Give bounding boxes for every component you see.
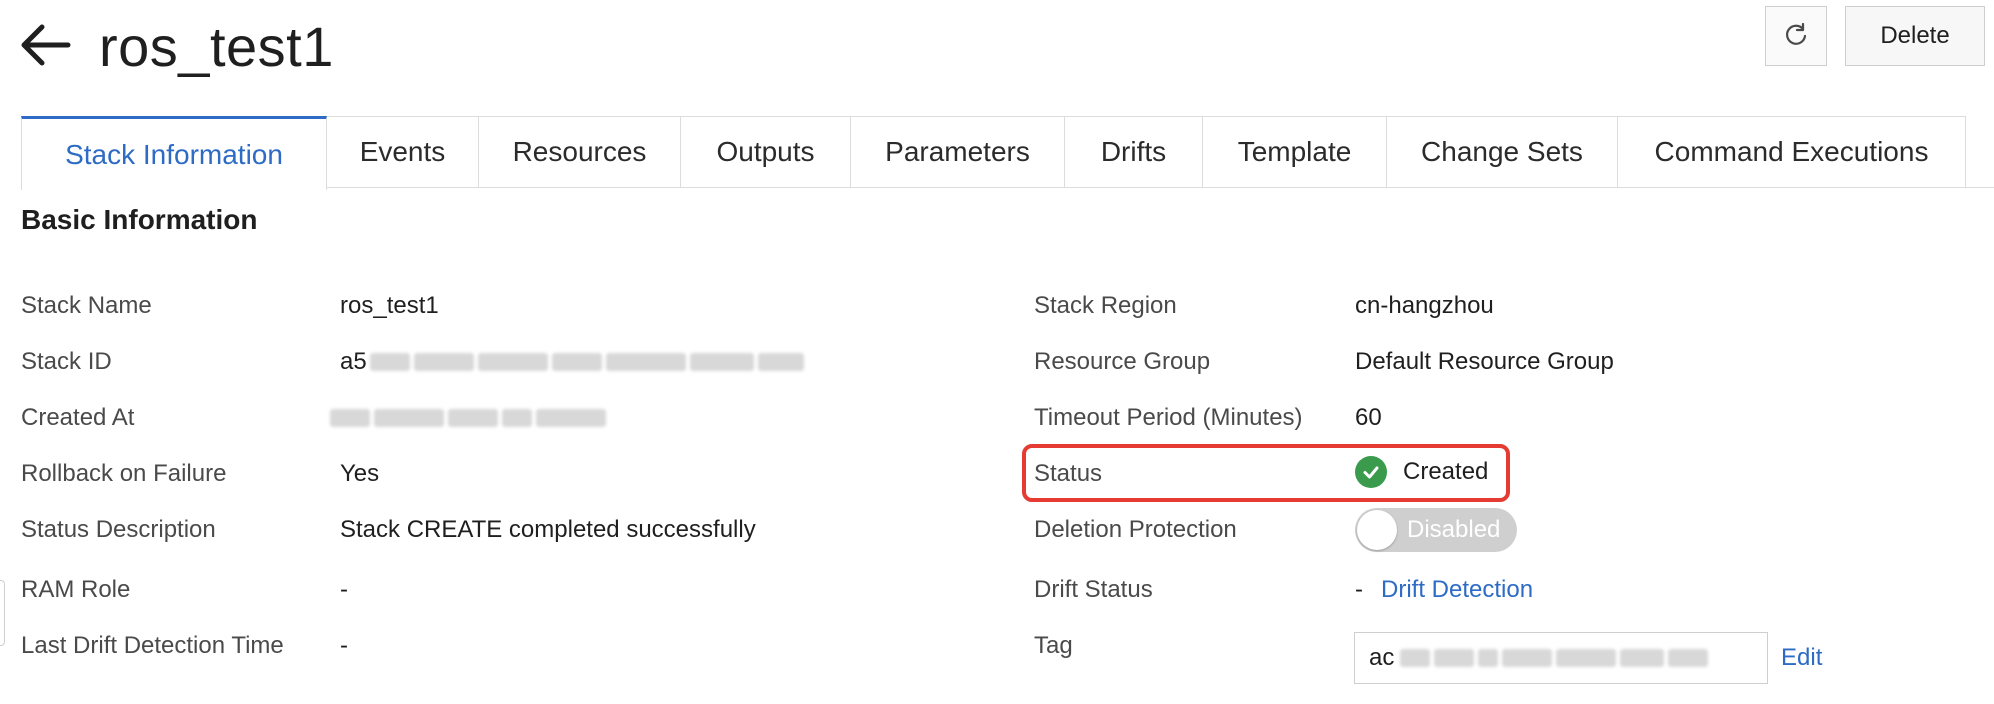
last-drift-value: -	[340, 632, 348, 659]
created-at-label: Created At	[21, 404, 135, 431]
refresh-button[interactable]	[1765, 6, 1827, 66]
stack-id-label: Stack ID	[21, 348, 112, 375]
last-drift-label: Last Drift Detection Time	[21, 632, 284, 659]
tab-outputs[interactable]: Outputs	[681, 116, 851, 188]
drift-status-value: -	[1355, 576, 1363, 603]
tab-stack-information[interactable]: Stack Information	[21, 116, 327, 190]
toggle-knob	[1357, 510, 1397, 550]
check-circle-icon	[1355, 456, 1387, 488]
arrow-left-icon	[21, 24, 71, 66]
stack-name-label: Stack Name	[21, 292, 152, 319]
stack-id-redacted	[370, 353, 808, 371]
stack-id-value: a5	[340, 348, 367, 375]
stack-region-value: cn-hangzhou	[1355, 292, 1494, 319]
tag-display: ac	[1354, 632, 1768, 684]
stack-name-value: ros_test1	[340, 292, 439, 319]
tab-events[interactable]: Events	[327, 116, 479, 188]
status-text: Created	[1403, 458, 1489, 485]
timeout-label: Timeout Period (Minutes)	[1034, 404, 1303, 431]
ram-role-label: RAM Role	[21, 576, 131, 603]
section-title: Basic Information	[21, 204, 258, 235]
tab-command-executions[interactable]: Command Executions	[1618, 116, 1966, 188]
tag-label: Tag	[1034, 632, 1073, 659]
side-panel-handle[interactable]	[0, 580, 5, 646]
tab-change-sets[interactable]: Change Sets	[1387, 116, 1618, 188]
toggle-label: Disabled	[1407, 516, 1501, 543]
timeout-value: 60	[1355, 404, 1382, 431]
ram-role-value: -	[340, 576, 348, 603]
tab-resources[interactable]: Resources	[479, 116, 681, 188]
stack-region-label: Stack Region	[1034, 292, 1177, 319]
resource-group-value: Default Resource Group	[1355, 348, 1614, 375]
tab-bar: Stack Information Events Resources Outpu…	[21, 116, 1994, 190]
tab-parameters[interactable]: Parameters	[851, 116, 1065, 188]
drift-status-label: Drift Status	[1034, 576, 1153, 603]
status-value: Created	[1355, 456, 1488, 488]
tag-edit-link[interactable]: Edit	[1781, 642, 1822, 674]
refresh-icon	[1785, 23, 1807, 45]
deletion-protection-label: Deletion Protection	[1034, 516, 1237, 543]
tab-drifts[interactable]: Drifts	[1065, 116, 1203, 188]
back-button[interactable]	[18, 22, 72, 68]
created-at-redacted	[330, 409, 610, 427]
tab-template[interactable]: Template	[1203, 116, 1387, 188]
resource-group-label: Resource Group	[1034, 348, 1211, 375]
rollback-label: Rollback on Failure	[21, 460, 227, 487]
status-description-value: Stack CREATE completed successfully	[340, 516, 756, 543]
page-title: ros_test1	[99, 15, 334, 78]
tag-redacted	[1400, 649, 1712, 667]
tag-value: ac	[1369, 644, 1395, 671]
rollback-value: Yes	[340, 460, 380, 487]
drift-detection-link[interactable]: Drift Detection	[1381, 574, 1533, 606]
status-description-label: Status Description	[21, 516, 216, 543]
delete-button[interactable]: Delete	[1845, 6, 1985, 66]
deletion-protection-toggle[interactable]: Disabled	[1355, 508, 1517, 552]
